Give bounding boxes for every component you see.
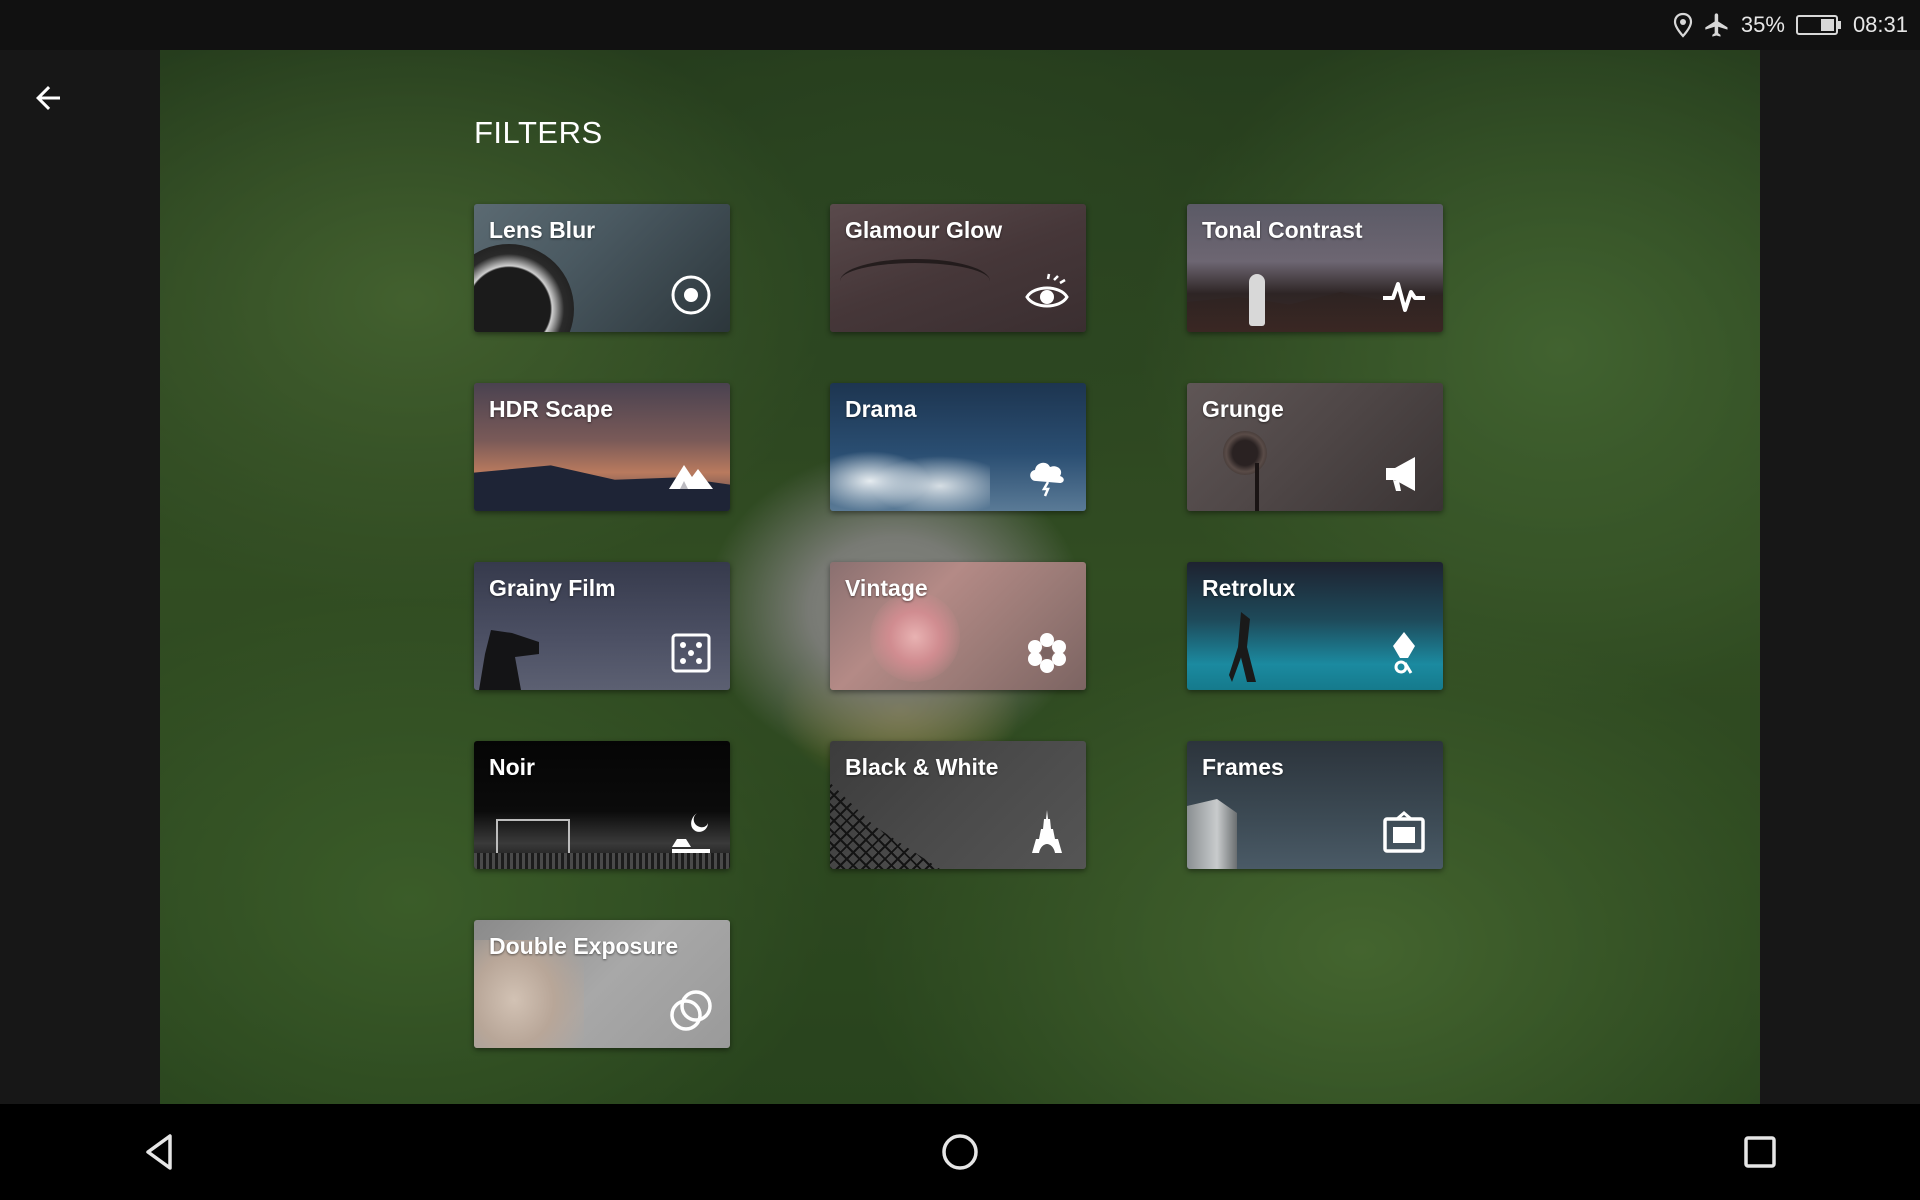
target-icon: [668, 272, 714, 318]
filter-label: Frames: [1202, 754, 1284, 780]
arrow-left-icon: [36, 86, 60, 110]
filter-tile-lens-blur[interactable]: Lens Blur: [474, 204, 730, 332]
filter-label: Noir: [489, 754, 535, 780]
person-graphic: [1249, 274, 1265, 326]
filter-label: Grunge: [1202, 396, 1284, 422]
dice-icon: [668, 630, 714, 676]
filter-tile-retrolux[interactable]: Retrolux: [1187, 562, 1443, 690]
photographer-graphic: [479, 630, 539, 690]
filter-label: Glamour Glow: [845, 217, 1003, 243]
loudspeaker-graphic: [1223, 431, 1267, 475]
filter-tile-frames[interactable]: Frames: [1187, 741, 1443, 869]
status-icons: 35% 08:31: [1673, 0, 1908, 50]
battery-percent: 35%: [1740, 12, 1785, 37]
filter-tile-vintage[interactable]: Vintage: [830, 562, 1086, 690]
screen: 35% 08:31 FILTERS Lens Blur Glamour Glow…: [0, 0, 1920, 1200]
back-triangle-icon: [146, 1134, 172, 1170]
eiffel-tower-icon: [1024, 809, 1070, 855]
jumping-person-graphic: [1229, 612, 1256, 682]
lens-ring-graphic: [474, 244, 574, 332]
page-title: FILTERS: [474, 115, 603, 150]
pole-graphic: [1255, 463, 1259, 511]
filter-tile-grunge[interactable]: Grunge: [1187, 383, 1443, 511]
pulse-icon: [1381, 272, 1427, 318]
filter-tile-drama[interactable]: Drama: [830, 383, 1086, 511]
filter-label: Lens Blur: [489, 217, 596, 243]
clouds-graphic: [830, 441, 990, 511]
battery-icon: [1795, 13, 1843, 37]
navigation-bar: [0, 1104, 1920, 1200]
filter-tile-noir[interactable]: Noir: [474, 741, 730, 869]
mountain-icon: [668, 451, 714, 497]
nav-recents-button[interactable]: [1736, 1128, 1784, 1176]
airplane-icon: [1703, 11, 1731, 39]
clock: 08:31: [1852, 12, 1908, 37]
filter-tile-grainy-film[interactable]: Grainy Film: [474, 562, 730, 690]
flower-icon: [1024, 630, 1070, 676]
filter-label: HDR Scape: [489, 396, 613, 422]
filter-label: Drama: [845, 396, 917, 422]
filter-label: Grainy Film: [489, 575, 616, 601]
recents-square-icon: [1744, 1136, 1776, 1168]
eyelash-graphic: [840, 259, 990, 303]
blossom-graphic: [870, 592, 960, 682]
moon-night-icon: [668, 809, 714, 855]
status-bar: 35% 08:31: [0, 0, 1920, 50]
location-icon: [1673, 12, 1693, 38]
eye-icon: [1024, 272, 1070, 318]
building-graphic: [1187, 799, 1237, 869]
overlap-circles-icon: [668, 988, 714, 1034]
frame-icon: [1381, 809, 1427, 855]
nav-back-button[interactable]: [136, 1128, 184, 1176]
nav-home-button[interactable]: [936, 1128, 984, 1176]
filter-tile-black-and-white[interactable]: Black & White: [830, 741, 1086, 869]
filter-label: Black & White: [845, 754, 999, 780]
filter-label: Vintage: [845, 575, 928, 601]
filter-tile-hdr-scape[interactable]: HDR Scape: [474, 383, 730, 511]
megaphone-icon: [1381, 451, 1427, 497]
filter-label: Retrolux: [1202, 575, 1296, 601]
filter-tile-double-exposure[interactable]: Double Exposure: [474, 920, 730, 1048]
ground-graphic: [474, 853, 730, 869]
filter-tile-glamour-glow[interactable]: Glamour Glow: [830, 204, 1086, 332]
home-circle-icon: [942, 1134, 978, 1170]
filter-label: Tonal Contrast: [1202, 217, 1363, 243]
storm-cloud-icon: [1024, 451, 1070, 497]
filter-tile-tonal-contrast[interactable]: Tonal Contrast: [1187, 204, 1443, 332]
pin-icon: [1381, 630, 1427, 676]
filter-label: Double Exposure: [489, 933, 679, 959]
back-button[interactable]: [22, 72, 74, 124]
